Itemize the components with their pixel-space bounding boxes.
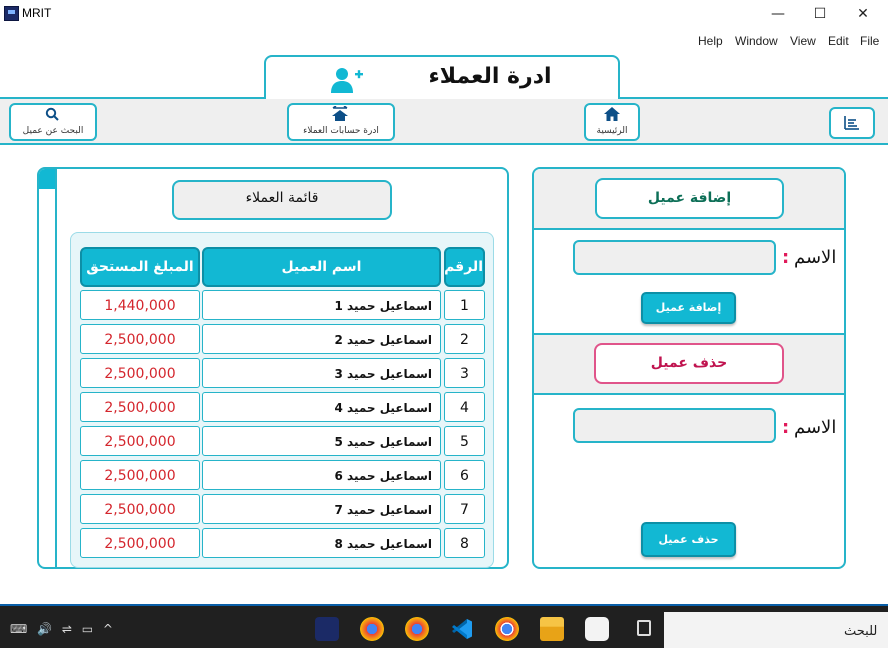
cell-name[interactable]: اسماعيل حميد 3 — [202, 358, 441, 388]
menu-view[interactable]: View — [790, 34, 816, 48]
cell-name[interactable]: اسماعيل حميد 6 — [202, 460, 441, 490]
delete-customer-button[interactable]: حذف عميل — [641, 522, 736, 557]
search-customer-label: البحث عن عميل — [22, 126, 84, 136]
delete-section-title: حذف عميل — [594, 343, 784, 384]
search-icon — [45, 107, 59, 121]
list-scrollbar-thumb[interactable] — [39, 169, 55, 189]
delete-name-colon: : — [782, 417, 790, 438]
app-title: MRIT — [22, 6, 52, 20]
title-bar — [0, 0, 888, 30]
add-name-field[interactable] — [573, 240, 776, 275]
close-button[interactable]: ✕ — [849, 4, 877, 24]
chrome-icon[interactable] — [495, 617, 519, 641]
taskbar-search-text: للبحث — [844, 624, 878, 639]
menu-window[interactable]: Window — [735, 34, 778, 48]
cell-number[interactable]: 8 — [444, 528, 485, 558]
header-number[interactable]: الرقم — [444, 247, 485, 287]
cell-number[interactable]: 7 — [444, 494, 485, 524]
cell-amount[interactable]: 2,500,000 — [80, 392, 200, 422]
cell-number[interactable]: 5 — [444, 426, 485, 456]
menu-edit[interactable]: Edit — [828, 34, 849, 48]
cell-amount[interactable]: 2,500,000 — [80, 358, 200, 388]
minimize-button[interactable]: — — [764, 4, 792, 24]
store-icon[interactable] — [585, 617, 609, 641]
app-logo-icon — [4, 6, 19, 21]
user-plus-icon — [331, 68, 363, 93]
header-name[interactable]: اسم العميل — [202, 247, 441, 287]
home-label: الرئيسية — [596, 126, 628, 136]
cell-name[interactable]: اسماعيل حميد 7 — [202, 494, 441, 524]
chrome-profile-icon-2[interactable] — [405, 617, 429, 641]
cell-number[interactable]: 3 — [444, 358, 485, 388]
cell-name[interactable]: اسماعيل حميد 8 — [202, 528, 441, 558]
cell-name[interactable]: اسماعيل حميد 2 — [202, 324, 441, 354]
cell-number[interactable]: 6 — [444, 460, 485, 490]
maximize-button[interactable]: ☐ — [806, 4, 834, 24]
cell-amount[interactable]: 2,500,000 — [80, 528, 200, 558]
cell-amount[interactable]: 2,500,000 — [80, 494, 200, 524]
menu-file[interactable]: File — [860, 34, 879, 48]
delete-name-field[interactable] — [573, 408, 776, 443]
customer-table: المبلغ المستحق اسم العميل الرقم 1,440,00… — [70, 232, 494, 568]
system-tray[interactable]: ⌨ 🔊 ⇌ ▭ ^ — [10, 622, 116, 636]
add-customer-button[interactable]: إضافة عميل — [641, 292, 736, 324]
mrit-app-icon[interactable] — [315, 617, 339, 641]
cell-amount[interactable]: 2,500,000 — [80, 324, 200, 354]
add-name-label: الاسم — [794, 247, 837, 268]
cell-number[interactable]: 1 — [444, 290, 485, 320]
chrome-profile-icon[interactable] — [360, 617, 384, 641]
list-title: قائمة العملاء — [245, 190, 319, 206]
file-explorer-icon[interactable] — [540, 617, 564, 641]
delete-name-label: الاسم — [794, 417, 837, 438]
accounts-home-icon — [332, 106, 348, 121]
add-section-title: إضافة عميل — [595, 178, 784, 219]
list-scrollbar[interactable] — [37, 167, 57, 569]
cell-number[interactable]: 4 — [444, 392, 485, 422]
add-name-colon: : — [782, 247, 790, 268]
cell-name[interactable]: اسماعيل حميد 5 — [202, 426, 441, 456]
cell-name[interactable]: اسماعيل حميد 4 — [202, 392, 441, 422]
cell-amount[interactable]: 1,440,000 — [80, 290, 200, 320]
task-view-icon[interactable] — [637, 620, 651, 636]
header-amount[interactable]: المبلغ المستحق — [80, 247, 200, 287]
customer-accounts-label: ادرة حسابات العملاء — [303, 126, 379, 136]
cell-name[interactable]: اسماعيل حميد 1 — [202, 290, 441, 320]
cell-amount[interactable]: 2,500,000 — [80, 426, 200, 456]
home-icon — [604, 107, 620, 121]
cell-amount[interactable]: 2,500,000 — [80, 460, 200, 490]
cell-number[interactable]: 2 — [444, 324, 485, 354]
menu-help[interactable]: Help — [698, 34, 723, 48]
page-title: ادرة العملاء — [428, 64, 552, 89]
vscode-icon[interactable] — [450, 617, 474, 641]
header-nav-band — [0, 97, 888, 145]
list-icon — [844, 116, 859, 130]
